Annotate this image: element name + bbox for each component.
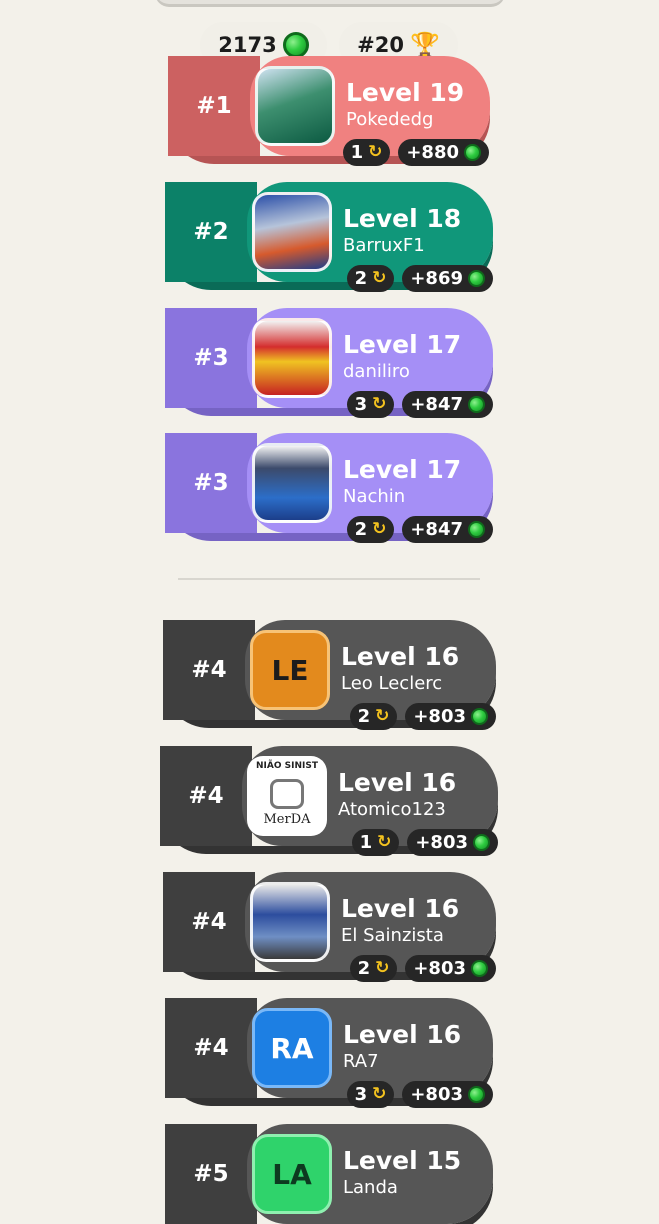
entry-level: Level 15 [343, 1146, 462, 1175]
points-badge: +880 [398, 139, 489, 166]
entry-level: Level 16 [343, 1020, 462, 1049]
points-badge: +803 [405, 955, 496, 982]
streak-badge: 2 ↻ [346, 516, 395, 543]
entry-level: Level 16 [341, 642, 460, 671]
streak-badge: 1 ↻ [351, 829, 400, 856]
leaderboard-entry[interactable]: #4 NIÃO SINIST MerDA Level 16 Atomico123… [160, 746, 498, 856]
avatar-initials: LA [252, 1134, 332, 1214]
entry-username: daniliro [343, 361, 410, 382]
entry-level: Level 18 [343, 204, 462, 233]
entry-rank: #4 [188, 783, 224, 809]
entry-username: Nachin [343, 486, 406, 507]
points-badge: +803 [407, 829, 498, 856]
avatar [252, 192, 332, 272]
entry-username: El Sainzista [341, 925, 444, 946]
points-badge: +803 [405, 703, 496, 730]
refresh-icon: ↻ [375, 706, 390, 726]
leaderboard-entry[interactable]: #3 Level 17 Nachin 2 ↻ +847 [165, 433, 493, 543]
refresh-icon: ↻ [372, 394, 387, 414]
gem-icon [468, 270, 485, 287]
trophy-icon: 🏆 [409, 31, 440, 59]
entry-level: Level 16 [341, 894, 460, 923]
entry-rank: #4 [191, 657, 227, 683]
points-badge: +847 [402, 391, 493, 418]
entry-rank: #2 [193, 219, 229, 245]
points-badge: +803 [402, 1081, 493, 1108]
gem-icon [282, 32, 309, 58]
entry-username: Landa [343, 1177, 398, 1198]
user-rank: #20 [357, 33, 404, 57]
avatar-initials: RA [252, 1008, 332, 1088]
streak-badge: 2 ↻ [346, 265, 395, 292]
top-panel-edge [155, 0, 505, 4]
leaderboard-entry[interactable]: #4 LE Level 16 Leo Leclerc 2 ↻ +803 [163, 620, 496, 730]
streak-badge: 2 ↻ [349, 703, 398, 730]
avatar [252, 318, 332, 398]
refresh-icon: ↻ [368, 142, 383, 162]
leaderboard-entry[interactable]: #3 Level 17 daniliro 3 ↻ +847 [165, 308, 493, 418]
refresh-icon: ↻ [372, 268, 387, 288]
refresh-icon: ↻ [372, 1084, 387, 1104]
car-logo-icon [270, 779, 304, 809]
entry-username: Pokededg [346, 109, 434, 130]
streak-badge: 2 ↻ [349, 955, 398, 982]
section-divider [178, 578, 480, 580]
entry-rank: #5 [193, 1161, 229, 1187]
gem-icon [473, 834, 490, 851]
entry-username: Atomico123 [338, 799, 446, 820]
streak-badge: 1 ↻ [342, 139, 391, 166]
avatar-caption-bottom: MerDA [263, 812, 311, 827]
leaderboard-entry[interactable]: #4 Level 16 El Sainzista 2 ↻ +803 [163, 872, 496, 982]
gem-icon [464, 144, 481, 161]
entry-level: Level 19 [346, 78, 465, 107]
avatar-caption-top: NIÃO SINIST [256, 761, 318, 771]
refresh-icon: ↻ [377, 832, 392, 852]
gem-icon [468, 521, 485, 538]
gem-icon [471, 708, 488, 725]
entry-level: Level 17 [343, 330, 462, 359]
avatar-initials: LE [250, 630, 330, 710]
entry-rank: #4 [193, 1035, 229, 1061]
refresh-icon: ↻ [372, 519, 387, 539]
leaderboard-entry[interactable]: #1 Level 19 Pokededg 1 ↻ +880 [168, 56, 490, 166]
points-badge: +847 [402, 516, 493, 543]
leaderboard-entry[interactable]: #4 RA Level 16 RA7 3 ↻ +803 [165, 998, 493, 1108]
streak-badge: 3 ↻ [346, 391, 395, 418]
gem-icon [468, 1086, 485, 1103]
points-badge: +869 [402, 265, 493, 292]
gem-icon [468, 396, 485, 413]
avatar: NIÃO SINIST MerDA [247, 756, 327, 836]
leaderboard-entry[interactable]: #2 Level 18 BarruxF1 2 ↻ +869 [165, 182, 493, 292]
leaderboard-entry[interactable]: #5 LA Level 15 Landa [165, 1124, 493, 1224]
refresh-icon: ↻ [375, 958, 390, 978]
entry-rank: #3 [193, 470, 229, 496]
entry-username: RA7 [343, 1051, 379, 1072]
gems-count: 2173 [218, 33, 277, 57]
gem-icon [471, 960, 488, 977]
streak-badge: 3 ↻ [346, 1081, 395, 1108]
entry-username: BarruxF1 [343, 235, 425, 256]
avatar [250, 882, 330, 962]
entry-rank: #3 [193, 345, 229, 371]
entry-level: Level 17 [343, 455, 462, 484]
entry-username: Leo Leclerc [341, 673, 443, 694]
entry-rank: #4 [191, 909, 227, 935]
entry-rank: #1 [196, 93, 232, 119]
entry-level: Level 16 [338, 768, 457, 797]
avatar [252, 443, 332, 523]
avatar [255, 66, 335, 146]
